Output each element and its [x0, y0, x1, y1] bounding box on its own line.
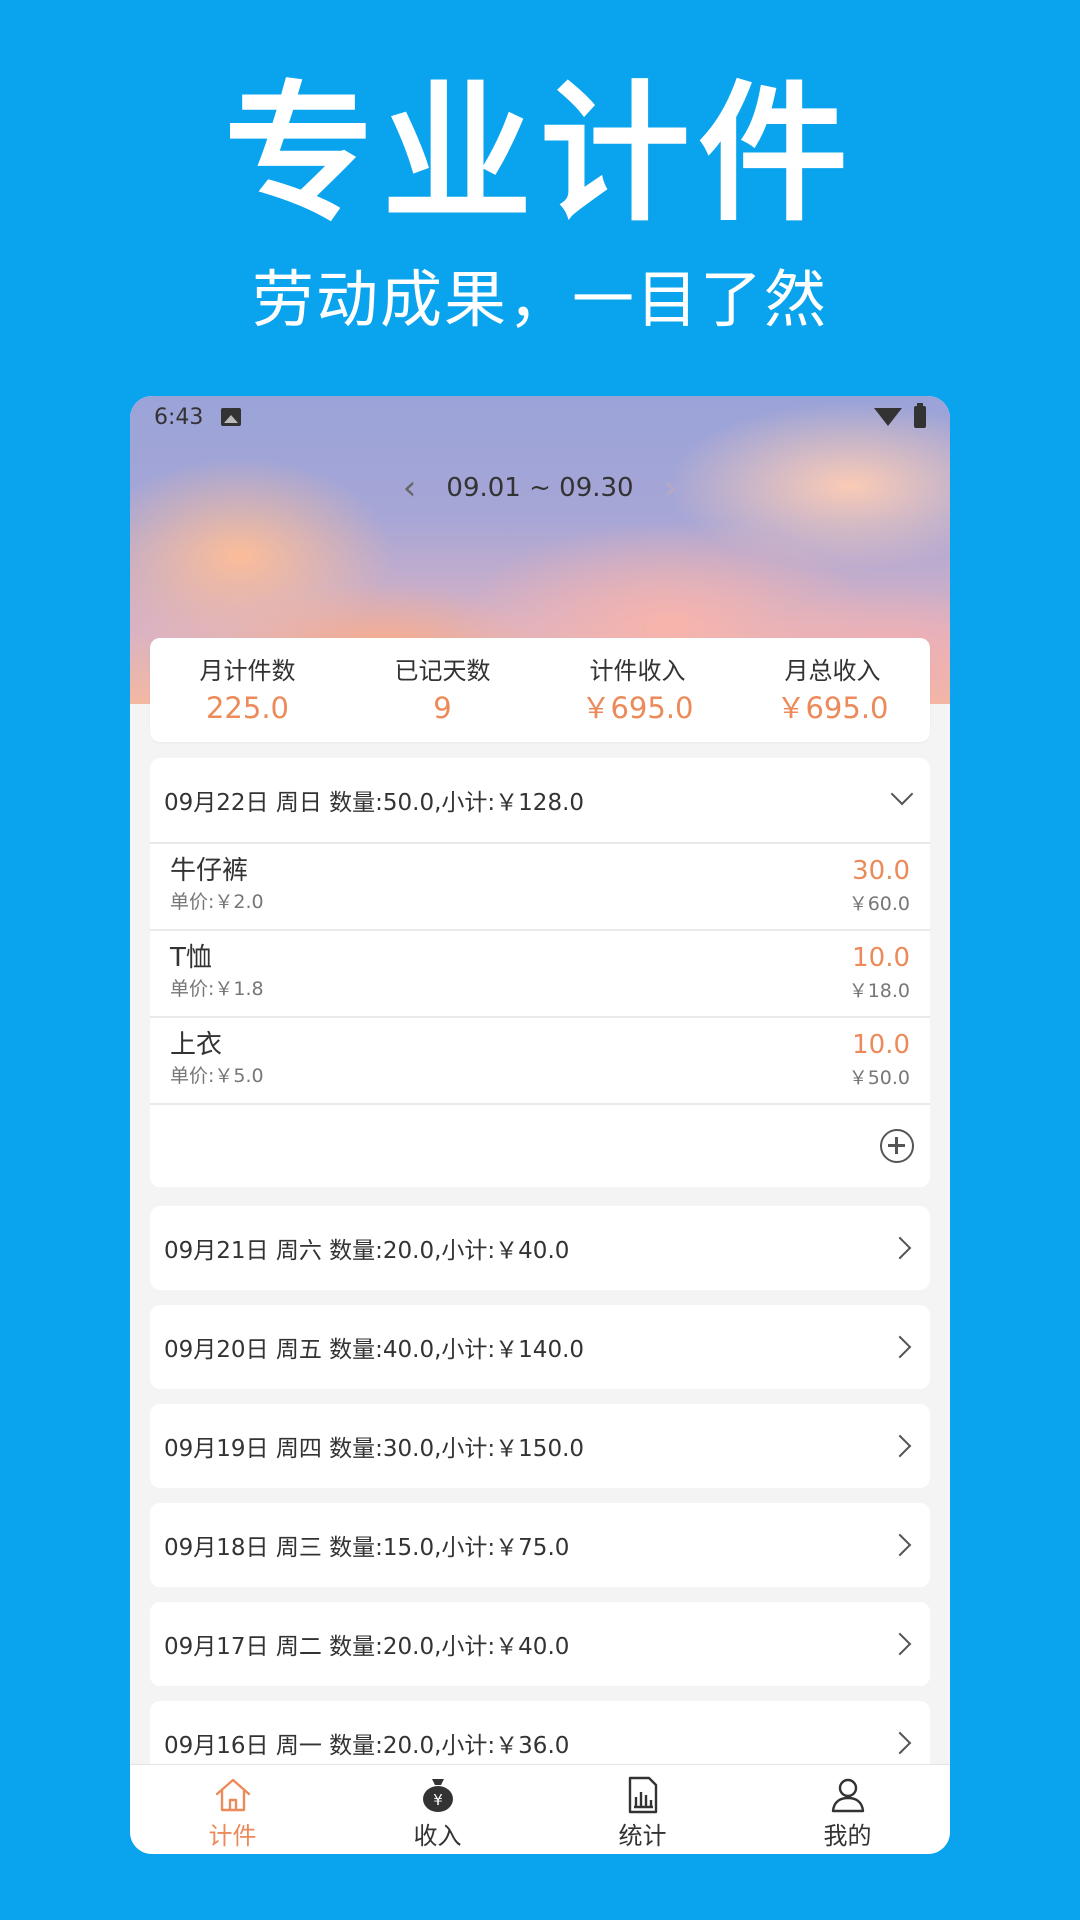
- summary-label: 计件收入: [589, 657, 686, 685]
- day-summary: 09月21日 周六 数量:20.0,小计:￥40.0: [164, 1238, 570, 1264]
- chevron-right-icon[interactable]: [888, 1729, 916, 1757]
- home-icon: [211, 1773, 255, 1817]
- chevron-right-icon[interactable]: [888, 1234, 916, 1262]
- item-unit-price: 单价:￥1.8: [170, 978, 264, 1000]
- summary-total-income: 月总收入 ￥695.0: [735, 638, 930, 742]
- tab-label: 收入: [413, 1822, 462, 1850]
- item-subtotal: ￥60.0: [848, 893, 910, 915]
- day-header[interactable]: 09月18日 周三 数量:15.0,小计:￥75.0: [150, 1503, 930, 1587]
- status-time: 6:43: [154, 404, 204, 430]
- summary-monthly-count: 月计件数 225.0: [150, 638, 345, 742]
- item-quantity: 30.0: [852, 856, 910, 886]
- chevron-right-icon[interactable]: [888, 1432, 916, 1460]
- prev-month-button[interactable]: ‹: [403, 466, 417, 510]
- battery-icon: [914, 403, 926, 428]
- tab-piecework[interactable]: 计件: [130, 1765, 335, 1854]
- day-header[interactable]: 09月21日 周六 数量:20.0,小计:￥40.0: [150, 1206, 930, 1290]
- tab-label: 我的: [823, 1822, 872, 1850]
- item-unit-price: 单价:￥5.0: [170, 1065, 264, 1087]
- date-range: 09.01 ~ 09.30: [446, 473, 634, 503]
- tab-income[interactable]: ¥ 收入: [335, 1765, 540, 1854]
- summary-label: 月总收入: [784, 657, 881, 685]
- list-item[interactable]: 上衣 单价:￥5.0 10.0 ￥50.0: [150, 1016, 930, 1103]
- chevron-down-icon[interactable]: [888, 786, 916, 814]
- status-bar: 6:43: [130, 396, 950, 438]
- summary-piece-income: 计件收入 ￥695.0: [540, 638, 735, 742]
- chevron-right-icon[interactable]: [888, 1531, 916, 1559]
- item-quantity: 10.0: [852, 943, 910, 973]
- day-header[interactable]: 09月19日 周四 数量:30.0,小计:￥150.0: [150, 1404, 930, 1488]
- chevron-right-icon[interactable]: [888, 1333, 916, 1361]
- summary-label: 月计件数: [199, 657, 296, 685]
- day-card[interactable]: 09月21日 周六 数量:20.0,小计:￥40.0: [150, 1206, 930, 1290]
- day-card[interactable]: 09月20日 周五 数量:40.0,小计:￥140.0: [150, 1305, 930, 1389]
- day-card[interactable]: 09月19日 周四 数量:30.0,小计:￥150.0: [150, 1404, 930, 1488]
- item-name: 上衣: [170, 1030, 223, 1060]
- date-range-nav: ‹ 09.01 ~ 09.30 ›: [130, 466, 950, 510]
- stats-document-icon: [621, 1773, 665, 1817]
- day-summary: 09月17日 周二 数量:20.0,小计:￥40.0: [164, 1634, 570, 1660]
- promo-title: 专业计件: [223, 68, 856, 242]
- user-icon: [826, 1773, 870, 1817]
- svg-text:¥: ¥: [433, 1791, 443, 1809]
- add-item-row: [150, 1103, 930, 1187]
- day-header[interactable]: 09月22日 周日 数量:50.0,小计:￥128.0: [150, 758, 930, 842]
- day-summary: 09月20日 周五 数量:40.0,小计:￥140.0: [164, 1337, 585, 1363]
- day-summary: 09月16日 周一 数量:20.0,小计:￥36.0: [164, 1733, 570, 1759]
- summary-card: 月计件数 225.0 已记天数 9 计件收入 ￥695.0 月总收入 ￥695.…: [150, 638, 930, 742]
- summary-value: ￥695.0: [776, 691, 889, 725]
- money-bag-icon: ¥: [416, 1773, 460, 1817]
- promo-subtitle: 劳动成果，一目了然: [251, 263, 828, 336]
- day-summary: 09月18日 周三 数量:15.0,小计:￥75.0: [164, 1535, 570, 1561]
- wifi-icon: [874, 408, 902, 426]
- tab-label: 统计: [618, 1822, 667, 1850]
- summary-value: 225.0: [205, 691, 290, 725]
- bottom-nav: 计件 ¥ 收入 统计 我的: [130, 1764, 950, 1854]
- day-card-expanded: 09月22日 周日 数量:50.0,小计:￥128.0 牛仔裤 单价:￥2.0 …: [150, 758, 930, 1187]
- item-subtotal: ￥50.0: [848, 1067, 910, 1089]
- summary-value: 9: [433, 691, 452, 725]
- image-notification-icon: [221, 408, 242, 426]
- item-name: T恤: [170, 943, 212, 973]
- summary-label: 已记天数: [394, 657, 491, 685]
- summary-value: ￥695.0: [581, 691, 694, 725]
- day-header[interactable]: 09月20日 周五 数量:40.0,小计:￥140.0: [150, 1305, 930, 1389]
- phone-screen: 6:43 ‹ 09.01 ~ 09.30 › 月计件数 225.0 已记天数 9…: [130, 396, 950, 1854]
- day-summary: 09月19日 周四 数量:30.0,小计:￥150.0: [164, 1436, 585, 1462]
- tab-me[interactable]: 我的: [745, 1765, 950, 1854]
- chevron-right-icon[interactable]: [888, 1630, 916, 1658]
- tab-statistics[interactable]: 统计: [540, 1765, 745, 1854]
- item-name: 牛仔裤: [170, 856, 249, 886]
- item-unit-price: 单价:￥2.0: [170, 891, 264, 913]
- day-card[interactable]: 09月17日 周二 数量:20.0,小计:￥40.0: [150, 1602, 930, 1686]
- item-quantity: 10.0: [852, 1030, 910, 1060]
- next-month-button[interactable]: ›: [664, 466, 678, 510]
- day-card[interactable]: 09月18日 周三 数量:15.0,小计:￥75.0: [150, 1503, 930, 1587]
- day-header[interactable]: 09月17日 周二 数量:20.0,小计:￥40.0: [150, 1602, 930, 1686]
- tab-label: 计件: [208, 1822, 257, 1850]
- day-summary: 09月22日 周日 数量:50.0,小计:￥128.0: [164, 790, 585, 816]
- list-item[interactable]: T恤 单价:￥1.8 10.0 ￥18.0: [150, 929, 930, 1016]
- add-circle-icon[interactable]: [880, 1129, 914, 1163]
- list-item[interactable]: 牛仔裤 单价:￥2.0 30.0 ￥60.0: [150, 842, 930, 929]
- item-subtotal: ￥18.0: [848, 980, 910, 1002]
- summary-recorded-days: 已记天数 9: [345, 638, 540, 742]
